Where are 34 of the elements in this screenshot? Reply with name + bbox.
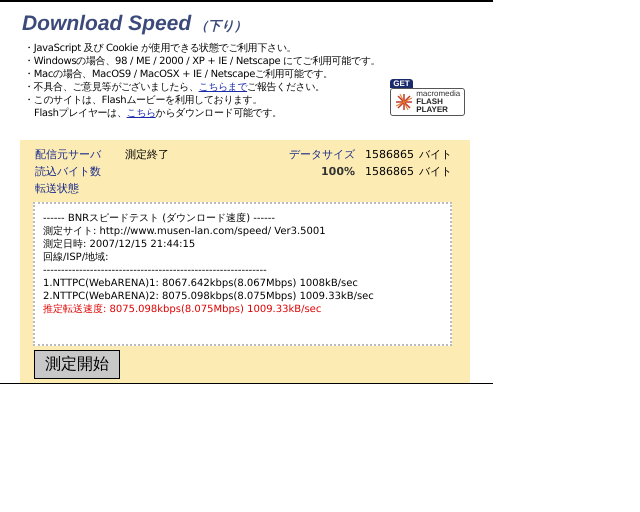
badge-product: FLASH — [416, 98, 444, 106]
note-text: ・このサイトは、Flashムービーを利用しております。 — [24, 94, 264, 107]
field-label: データサイズ — [288, 148, 356, 162]
badge-brand: macromedia — [416, 90, 460, 98]
badge-product: PLAYER — [416, 106, 449, 114]
result-line: 2.NTTPC(WebARENA)2: 8075.098kbps(8.075Mbps) 1009.33kB/sec — [43, 290, 375, 303]
result-line: 1.NTTPC(WebARENA)1: 8067.642kbps(8.067Mbps) 1008kB/sec — [43, 277, 359, 290]
page-title: Download Speed — [22, 12, 192, 36]
note-text: ・JavaScript 及び Cookie が使用できる状態でご利用下さい。 — [24, 42, 298, 55]
field-label: 配信元サーバ — [35, 148, 102, 162]
note-link[interactable]: こちら — [126, 108, 156, 119]
note-text: Flashプレイヤーは、こちらからダウンロード可能です。 — [33, 107, 283, 120]
result-line: 回線/ISP/地域: — [43, 251, 110, 264]
result-line: 推定転送速度: 8075.098kbps(8.075Mbps) 1009.33kB/sec — [43, 303, 322, 316]
result-line: -------------------------------------------------------------- — [43, 264, 268, 277]
field-value: 1586865 — [365, 165, 415, 179]
page-subtitle: （下り） — [195, 18, 248, 35]
unit-label: バイト — [419, 165, 453, 179]
result-line: ------ BNRスピードテスト (ダウンロード速度) ------ — [43, 212, 276, 225]
result-line: 測定日時: 2007/12/15 21:44:15 — [43, 238, 196, 251]
start-button[interactable]: 測定開始 — [34, 350, 120, 379]
unit-label: バイト — [419, 148, 453, 162]
note-link[interactable]: こちらまで — [198, 82, 248, 93]
percent-value: 100% — [320, 165, 356, 179]
field-label: 転送状態 — [35, 182, 80, 196]
note-text: ・Windowsの場合、98 / ME / 2000 / XP + IE / Netscape にてご利用可能です。 — [24, 55, 380, 68]
field-value: 1586865 — [365, 148, 415, 162]
result-line: 測定サイト: http://www.musen-lan.com/speed/ Ver3.5001 — [43, 225, 327, 238]
field-label: 読込バイト数 — [35, 165, 102, 179]
burst-icon — [395, 93, 414, 111]
note-text: ・不具合、ご意見等がございましたら、こちらまでご報告ください。 — [24, 81, 326, 94]
note-text: ・Macの場合、MacOS9 / MacOSX + IE / Netscapeご利用可能です。 — [24, 68, 334, 81]
get-label: GET — [390, 79, 413, 88]
field-value: 測定終了 — [125, 148, 170, 162]
